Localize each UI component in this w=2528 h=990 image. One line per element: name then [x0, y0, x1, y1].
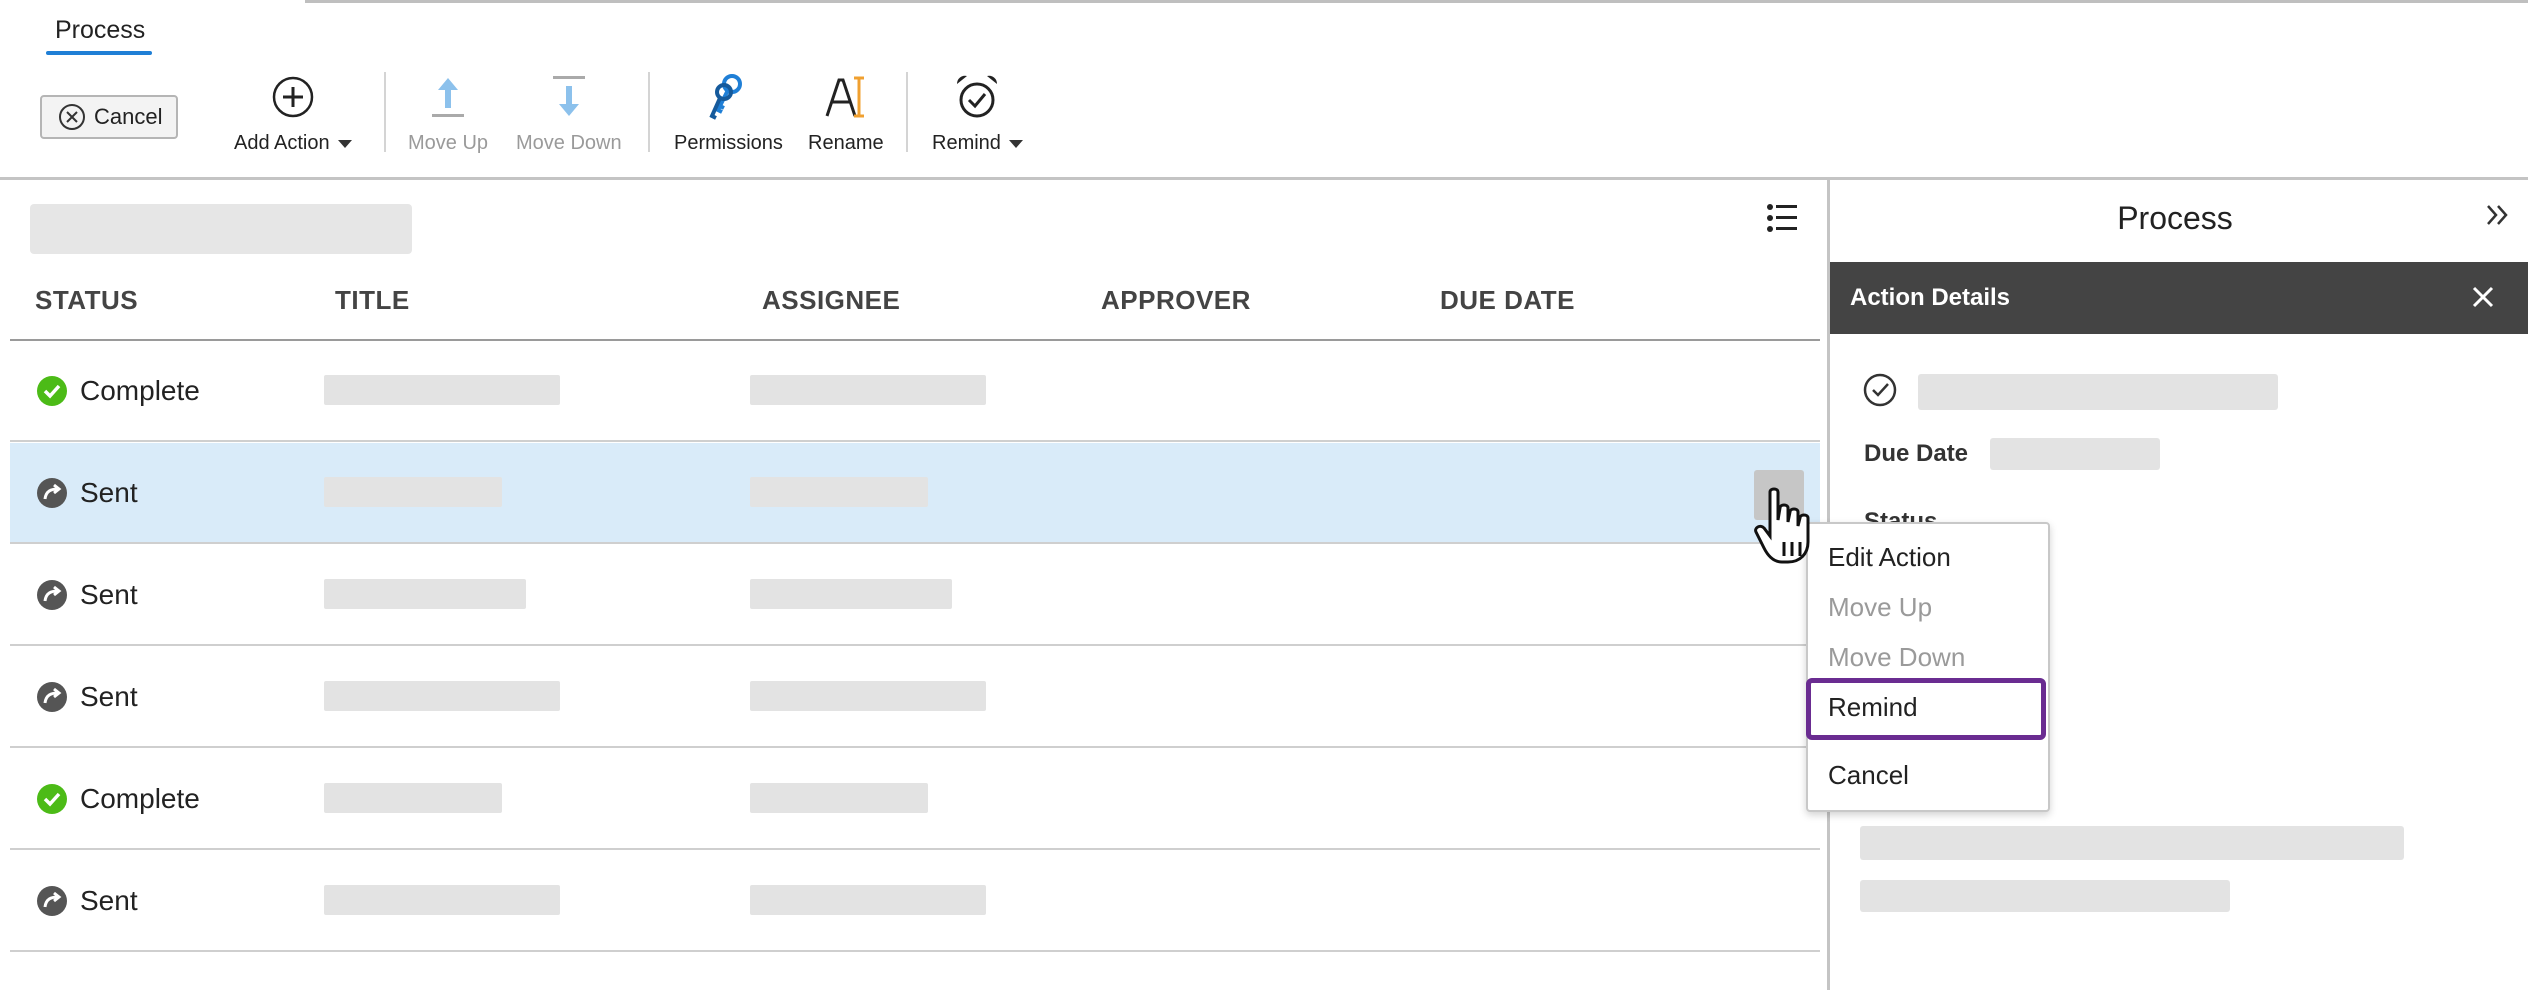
title-placeholder [324, 783, 502, 813]
assignee-placeholder [750, 579, 952, 609]
title-placeholder [324, 375, 560, 405]
keys-icon [709, 74, 743, 120]
panel-title: Process [2117, 200, 2233, 236]
assignee-placeholder [750, 783, 928, 813]
move-down-label: Move Down [516, 132, 622, 154]
assignee-placeholder [750, 477, 928, 507]
menu-item-cancel[interactable]: Cancel [1828, 760, 1909, 791]
move-down-button[interactable]: Move Down [516, 70, 622, 155]
table-row[interactable]: Complete [10, 341, 1820, 442]
toolbar-divider [906, 72, 908, 152]
title-placeholder [324, 681, 560, 711]
row-context-menu: Edit Action Move Up Move Down Remind Can… [1806, 522, 2050, 812]
title-placeholder [324, 477, 502, 507]
table-row[interactable]: Sent [10, 647, 1820, 748]
menu-item-move-up[interactable]: Move Up [1828, 592, 1932, 623]
close-icon[interactable] [2466, 280, 2500, 314]
column-header-status[interactable]: STATUS [35, 285, 138, 316]
add-action-label: Add Action [234, 132, 330, 154]
menu-item-move-down[interactable]: Move Down [1828, 642, 1965, 673]
check-circle-outline-icon [1863, 373, 1897, 407]
move-up-icon [432, 78, 465, 117]
rename-icon [825, 76, 864, 118]
column-header-assignee[interactable]: ASSIGNEE [762, 285, 900, 316]
menu-item-edit-action[interactable]: Edit Action [1828, 542, 1951, 573]
toolbar-divider [648, 72, 650, 152]
instructions-placeholder [1860, 880, 2230, 912]
close-circle-icon [59, 104, 85, 130]
rename-button[interactable]: Rename [808, 70, 884, 155]
remind-label: Remind [932, 132, 1001, 154]
cancel-button-label: Cancel [94, 104, 163, 129]
column-header-due-date[interactable]: DUE DATE [1440, 285, 1575, 316]
search-input[interactable] [30, 204, 412, 254]
assignee-placeholder [750, 375, 986, 405]
table-row[interactable]: Sent [10, 851, 1820, 952]
toolbar-divider [384, 72, 386, 152]
permissions-button[interactable]: Permissions [674, 70, 783, 155]
action-title-placeholder [1918, 374, 2278, 410]
status-text: Sent [80, 578, 138, 610]
table-row-selected[interactable]: Sent [10, 443, 1820, 544]
list-view-icon[interactable] [1765, 201, 1799, 235]
collapse-panel-icon[interactable] [2482, 200, 2512, 230]
menu-item-remind[interactable]: Remind [1828, 692, 1918, 723]
sent-arrow-icon [37, 477, 67, 508]
chevron-down-icon [337, 139, 352, 148]
tab-process[interactable]: Process [55, 16, 145, 45]
status-text: Complete [80, 782, 200, 814]
check-circle-icon [37, 375, 67, 406]
status-text: Sent [80, 680, 138, 712]
plus-circle-icon [272, 76, 314, 118]
column-header-title[interactable]: TITLE [335, 285, 410, 316]
status-text: Sent [80, 884, 138, 916]
move-up-label: Move Up [408, 132, 489, 154]
cancel-button[interactable]: Cancel [40, 95, 178, 139]
table-row[interactable]: Sent [10, 545, 1820, 646]
action-details-header: Action Details [1830, 262, 2528, 334]
active-tab-indicator [46, 51, 152, 55]
status-text: Sent [80, 476, 138, 508]
alarm-clock-icon [957, 75, 998, 118]
add-action-button[interactable]: Add Action [234, 70, 352, 155]
sent-arrow-icon [37, 681, 67, 712]
title-placeholder [324, 579, 526, 609]
move-up-button[interactable]: Move Up [408, 70, 488, 155]
hand-pointer-icon [1754, 487, 1810, 564]
check-circle-icon [37, 783, 67, 814]
top-border [0, 0, 2528, 4]
title-placeholder [324, 885, 560, 915]
toolbar-divider-line [0, 177, 2528, 180]
column-header-approver[interactable]: APPROVER [1101, 285, 1251, 316]
action-details-title: Action Details [1850, 284, 2011, 311]
table-row[interactable]: Complete [10, 749, 1820, 850]
remind-button[interactable]: Remind [932, 70, 1023, 155]
permissions-label: Permissions [674, 132, 783, 154]
chevron-down-icon [1008, 139, 1023, 148]
sent-arrow-icon [37, 579, 67, 610]
assignee-placeholder [750, 885, 986, 915]
instructions-placeholder [1860, 826, 2404, 860]
due-date-placeholder [1990, 438, 2160, 470]
due-date-label: Due Date [1864, 440, 1969, 467]
move-down-icon [552, 76, 585, 116]
assignee-placeholder [750, 681, 986, 711]
rename-label: Rename [808, 132, 884, 154]
status-text: Complete [80, 374, 200, 406]
sent-arrow-icon [37, 885, 67, 916]
